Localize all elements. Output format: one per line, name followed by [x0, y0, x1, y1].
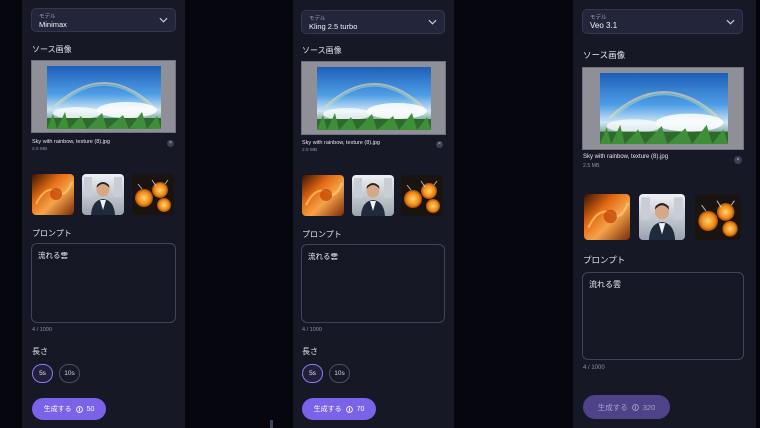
- thumbnail-businessman[interactable]: [82, 174, 124, 215]
- dragon-image: [32, 174, 74, 215]
- credit-cost: 70: [356, 405, 365, 413]
- generate-label: 生成する: [313, 406, 342, 413]
- file-size: 2.5 MB: [583, 163, 600, 169]
- businessman-image: [352, 175, 394, 216]
- model-caption: モデル: [39, 14, 56, 20]
- file-size: 2.5 MB: [302, 148, 318, 153]
- coin-icon: [631, 403, 639, 411]
- sky-rainbow-image: [317, 67, 431, 130]
- prompt-char-counter: 4 / 1000: [302, 327, 322, 333]
- duration-10s-option[interactable]: 10s: [329, 364, 350, 383]
- model-select[interactable]: モデル Kling 2.5 turbo: [301, 10, 445, 34]
- duration-10s-option[interactable]: 10s: [59, 364, 80, 383]
- duration-label: 長さ: [302, 347, 318, 356]
- duration-5s-option[interactable]: 5s: [32, 364, 53, 383]
- thumbnail-dragon[interactable]: [32, 174, 74, 215]
- generator-panel-kling: モデル Kling 2.5 turbo ソース画像 Sky with rainb…: [293, 0, 454, 428]
- source-image-label: ソース画像: [32, 45, 72, 54]
- oranges-image: [132, 174, 174, 215]
- credit-cost: 320: [642, 402, 656, 412]
- model-caption: モデル: [590, 15, 607, 21]
- thumbnail-oranges[interactable]: [401, 175, 443, 216]
- duration-label: 長さ: [32, 347, 48, 356]
- file-name: Sky with rainbow, texture (8).jpg: [32, 139, 110, 145]
- prompt-char-counter: 4 / 1000: [583, 365, 605, 371]
- background-divider: [270, 420, 273, 428]
- businessman-image: [82, 174, 124, 215]
- oranges-image: [695, 194, 741, 240]
- thumbnail-dragon[interactable]: [302, 175, 344, 216]
- generate-button[interactable]: 生成する 70: [302, 398, 376, 420]
- model-value: Minimax: [39, 20, 67, 29]
- file-name: Sky with rainbow, texture (8).jpg: [302, 140, 380, 146]
- thumbnail-dragon[interactable]: [584, 194, 630, 240]
- generate-label: 生成する: [43, 406, 72, 413]
- sky-rainbow-image: [600, 73, 728, 144]
- generator-panel-veo: モデル Veo 3.1 ソース画像 Sky with rainbow, text…: [573, 0, 756, 428]
- coin-icon: [75, 405, 83, 413]
- model-value: Kling 2.5 turbo: [309, 22, 358, 31]
- prompt-label: プロンプト: [32, 229, 72, 238]
- generate-button[interactable]: 生成する 320: [583, 395, 670, 419]
- chevron-down-icon: [726, 19, 735, 25]
- prompt-textarea[interactable]: 流れる雲: [31, 243, 176, 323]
- prompt-label: プロンプト: [583, 255, 626, 265]
- thumbnail-oranges[interactable]: [695, 194, 741, 240]
- sky-rainbow-image: [47, 66, 161, 129]
- remove-image-button[interactable]: ×: [436, 141, 443, 148]
- dragon-image: [584, 194, 630, 240]
- coin-icon: [345, 405, 353, 413]
- prompt-char-counter: 4 / 1000: [32, 327, 52, 333]
- source-image-label: ソース画像: [302, 46, 342, 55]
- source-image-preview[interactable]: [31, 60, 176, 133]
- oranges-image: [401, 175, 443, 216]
- prompt-text: 流れる雲: [589, 280, 621, 289]
- prompt-textarea[interactable]: 流れる雲: [582, 272, 744, 360]
- prompt-textarea[interactable]: 流れる雲: [301, 244, 445, 323]
- file-name: Sky with rainbow, texture (8).jpg: [583, 154, 669, 160]
- source-image-preview[interactable]: [301, 61, 446, 135]
- generator-panel-minimax: モデル Minimax ソース画像 Sky with rainbow, text…: [22, 0, 185, 428]
- chevron-down-icon: [159, 17, 168, 23]
- duration-5s-option[interactable]: 5s: [302, 364, 323, 383]
- model-caption: モデル: [309, 16, 326, 22]
- dragon-image: [302, 175, 344, 216]
- businessman-image: [639, 194, 685, 240]
- generate-button[interactable]: 生成する 50: [32, 398, 106, 420]
- chevron-down-icon: [428, 19, 437, 25]
- generate-label: 生成する: [597, 402, 628, 412]
- credit-cost: 50: [86, 405, 95, 413]
- model-select[interactable]: モデル Minimax: [31, 8, 176, 32]
- remove-image-button[interactable]: ×: [734, 156, 742, 164]
- source-image-label: ソース画像: [583, 50, 626, 60]
- prompt-text: 流れる雲: [308, 252, 338, 261]
- source-image-preview[interactable]: [582, 67, 744, 150]
- file-size: 2.6 MB: [32, 147, 48, 152]
- model-select[interactable]: モデル Veo 3.1: [582, 9, 743, 34]
- prompt-label: プロンプト: [302, 230, 342, 239]
- prompt-text: 流れる雲: [38, 251, 68, 260]
- thumbnail-businessman[interactable]: [352, 175, 394, 216]
- thumbnail-businessman[interactable]: [639, 194, 685, 240]
- model-value: Veo 3.1: [590, 21, 618, 30]
- thumbnail-oranges[interactable]: [132, 174, 174, 215]
- remove-image-button[interactable]: ×: [167, 140, 174, 147]
